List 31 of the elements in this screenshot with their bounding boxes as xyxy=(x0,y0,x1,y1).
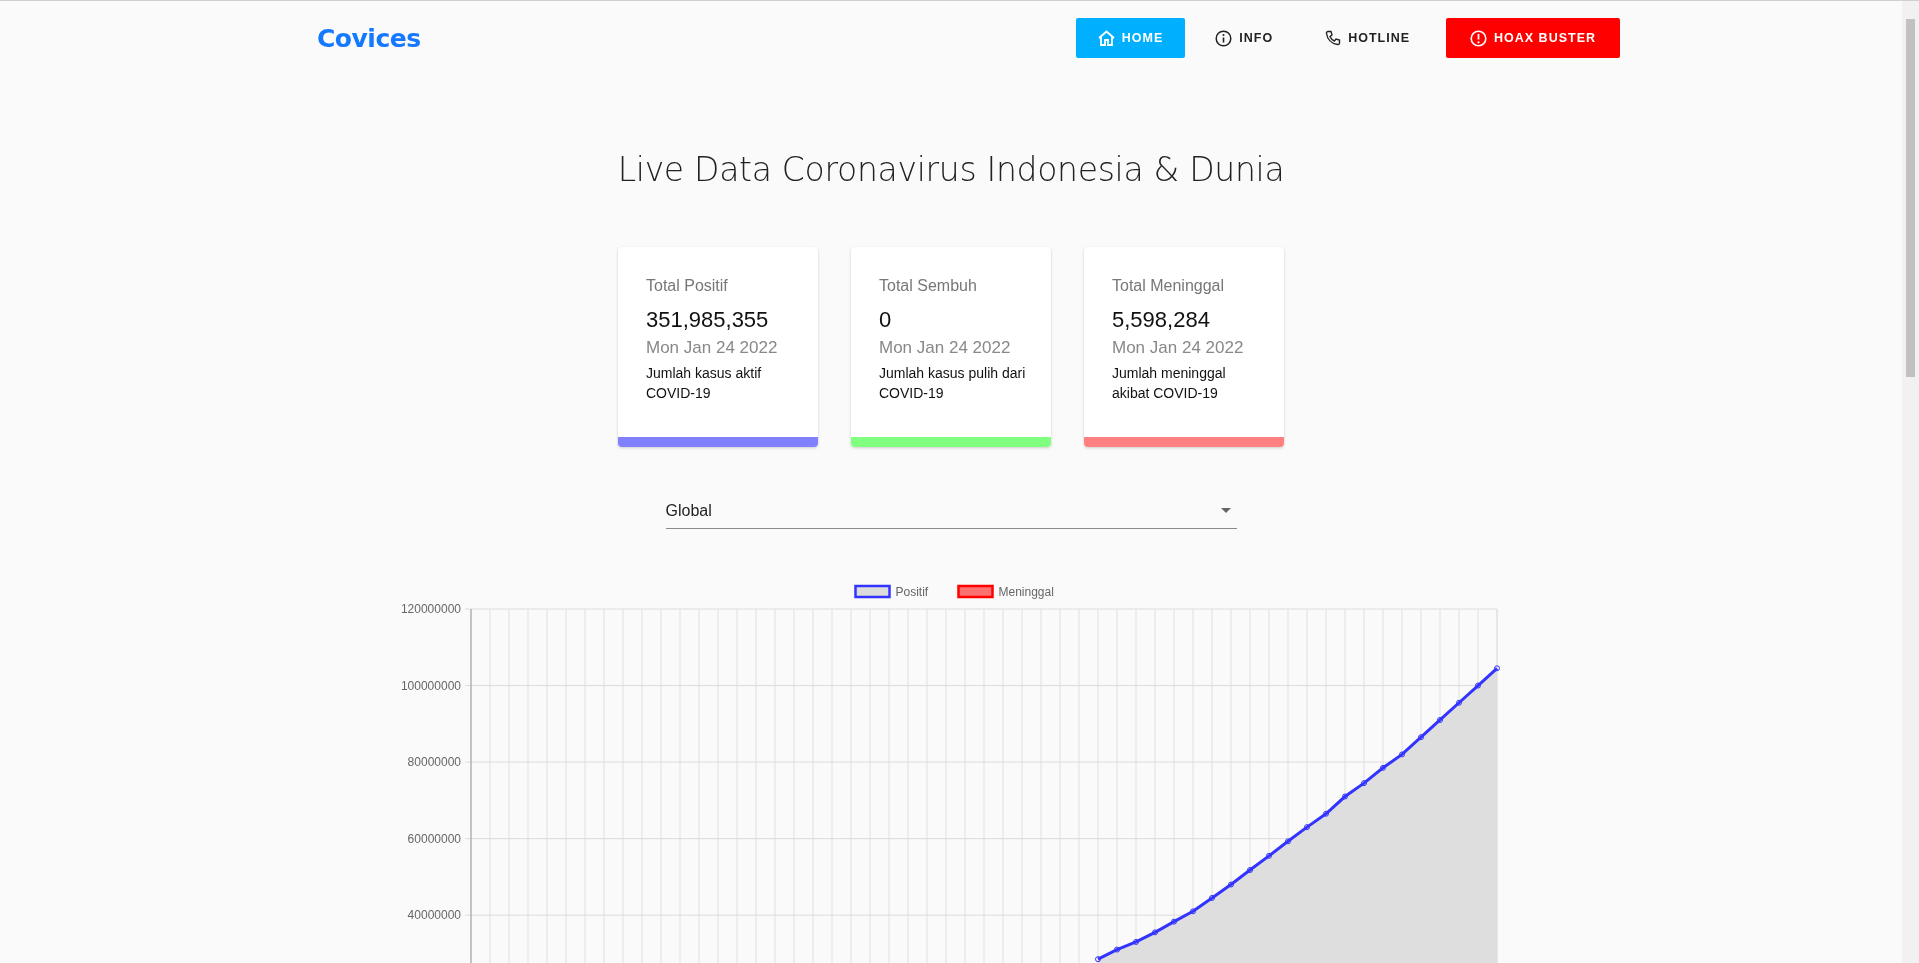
card-label: Total Positif xyxy=(646,277,729,295)
card-value: 351,985,355 xyxy=(646,307,770,333)
phone-icon xyxy=(1325,30,1342,46)
logo[interactable]: Covices xyxy=(317,23,421,53)
card-description: Jumlah kasus pulih dari COVID-19 xyxy=(879,364,1027,403)
card-date: Mon Jan 24 2022 xyxy=(879,338,1012,358)
alert-icon xyxy=(1470,29,1487,47)
card-description: Jumlah kasus aktif COVID-19 xyxy=(646,364,763,403)
region-dropdown[interactable]: Global xyxy=(665,497,1237,529)
info-icon xyxy=(1215,29,1233,47)
card-date: Mon Jan 24 2022 xyxy=(646,338,779,358)
home-icon xyxy=(1097,30,1115,46)
nav-link[interactable]: INFO xyxy=(1193,18,1296,58)
legend-label[interactable]: Meninggal xyxy=(998,585,1054,599)
y-axis-label: 60000000 xyxy=(407,831,461,846)
nav-link[interactable]: HOTLINE xyxy=(1303,18,1432,58)
y-axis-label: 80000000 xyxy=(407,755,461,770)
caret-icon xyxy=(1220,508,1231,513)
y-axis-label: 40000000 xyxy=(407,908,461,923)
scrollbar-thumb[interactable] xyxy=(1906,19,1915,377)
page-title: Live Data Coronavirus Indonesia & Dunia xyxy=(617,149,1285,191)
card-label: Total Meninggal xyxy=(1112,277,1226,295)
card-value: 5,598,284 xyxy=(1112,307,1211,333)
card-value: 0 xyxy=(879,307,893,333)
card-description: Jumlah meninggal akibat COVID-19 xyxy=(1112,364,1227,403)
nav-link[interactable]: HOAX BUSTER xyxy=(1446,18,1620,58)
card-label: Total Sembuh xyxy=(879,277,978,295)
legend-label[interactable]: Positif xyxy=(895,585,929,599)
y-axis-label: 100000000 xyxy=(400,678,461,693)
card-date: Mon Jan 24 2022 xyxy=(1112,338,1245,358)
y-axis-label: 120000000 xyxy=(400,602,461,616)
